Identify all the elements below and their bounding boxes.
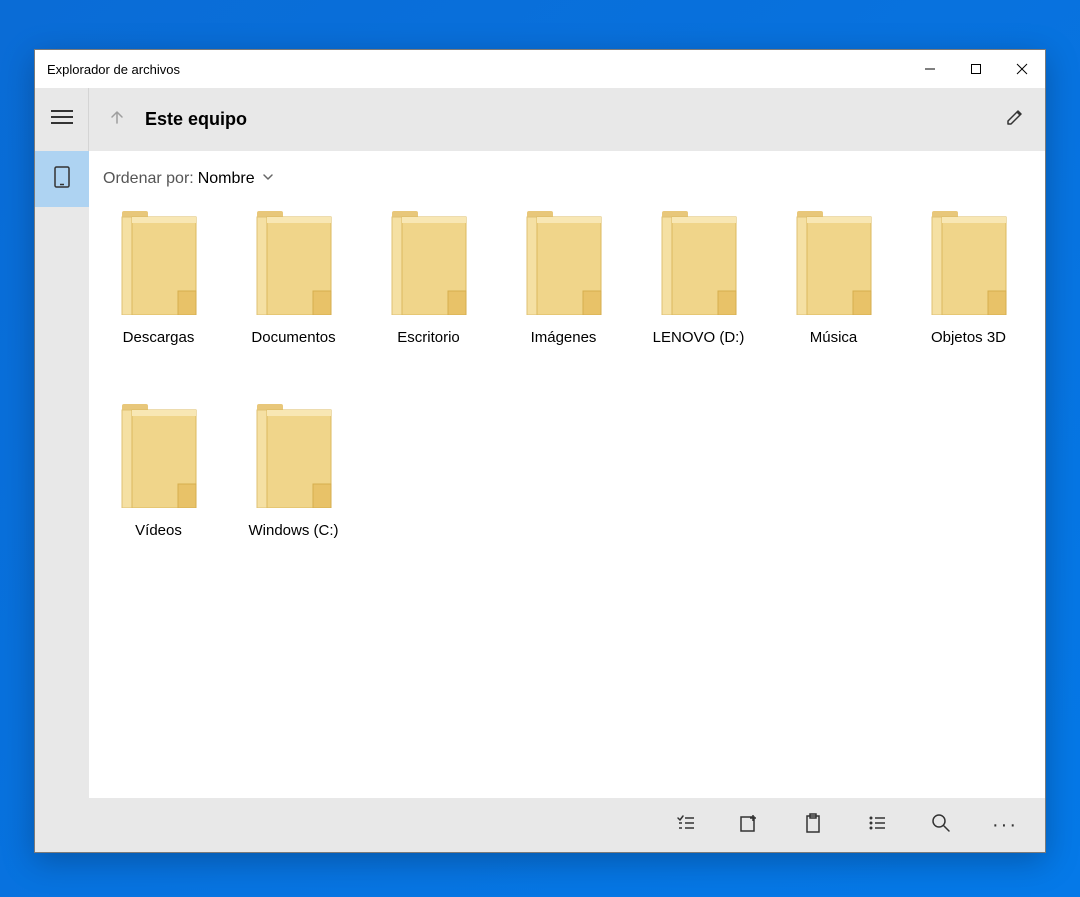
chevron-down-icon	[255, 170, 275, 189]
folder-item[interactable]: Imágenes	[496, 211, 631, 346]
folder-label: LENOVO (D:)	[653, 329, 745, 346]
search-button[interactable]	[909, 798, 973, 852]
items-grid: Descargas Documentos Escritorio Imágenes LEN…	[89, 207, 1045, 798]
folder-label: Música	[810, 329, 858, 346]
new-folder-button[interactable]	[717, 798, 781, 852]
folder-icon	[118, 404, 200, 508]
folder-item[interactable]: LENOVO (D:)	[631, 211, 766, 346]
folder-item[interactable]: Escritorio	[361, 211, 496, 346]
more-icon: ···	[992, 814, 1018, 837]
titlebar: Explorador de archivos	[35, 50, 1045, 88]
more-button[interactable]: ···	[973, 798, 1037, 852]
folder-icon	[253, 404, 335, 508]
folder-icon	[253, 211, 335, 315]
folder-label: Descargas	[123, 329, 195, 346]
list-icon	[866, 812, 888, 839]
hamburger-icon	[51, 109, 73, 130]
bottom-bar: ···	[89, 798, 1045, 852]
arrow-up-icon	[109, 109, 125, 130]
folder-item[interactable]: Descargas	[91, 211, 226, 346]
sort-value: Nombre	[198, 170, 255, 188]
folder-item[interactable]: Windows (C:)	[226, 404, 361, 539]
content: Ordenar por: Nombre Descargas Documentos E…	[89, 151, 1045, 852]
folder-label: Vídeos	[135, 522, 182, 539]
clipboard-icon	[802, 812, 824, 839]
paste-button[interactable]	[781, 798, 845, 852]
window-controls	[907, 50, 1045, 88]
file-explorer-window: Explorador de archivos Este equipo	[34, 49, 1046, 853]
folder-item[interactable]: Documentos	[226, 211, 361, 346]
folder-item[interactable]: Vídeos	[91, 404, 226, 539]
folder-label: Objetos 3D	[931, 329, 1006, 346]
new-folder-icon	[738, 812, 760, 839]
folder-label: Documentos	[251, 329, 335, 346]
up-button[interactable]	[89, 88, 145, 151]
edit-button[interactable]	[985, 88, 1045, 151]
window-title: Explorador de archivos	[47, 62, 180, 77]
minimize-button[interactable]	[907, 50, 953, 88]
location-label[interactable]: Este equipo	[145, 109, 247, 130]
sort-label: Ordenar por:	[103, 170, 194, 188]
close-button[interactable]	[999, 50, 1045, 88]
folder-icon	[793, 211, 875, 315]
sidebar-item-this-pc[interactable]	[35, 151, 89, 207]
folder-icon	[388, 211, 470, 315]
checklist-icon	[674, 812, 696, 839]
tablet-icon	[53, 166, 71, 193]
search-icon	[930, 812, 952, 839]
maximize-button[interactable]	[953, 50, 999, 88]
folder-item[interactable]: Objetos 3D	[901, 211, 1036, 346]
sidebar	[35, 151, 89, 852]
menu-button[interactable]	[35, 88, 89, 151]
pencil-icon	[1005, 107, 1025, 132]
folder-icon	[928, 211, 1010, 315]
body: Ordenar por: Nombre Descargas Documentos E…	[35, 151, 1045, 852]
folder-label: Imágenes	[531, 329, 597, 346]
select-all-button[interactable]	[653, 798, 717, 852]
folder-label: Windows (C:)	[248, 522, 338, 539]
folder-item[interactable]: Música	[766, 211, 901, 346]
view-button[interactable]	[845, 798, 909, 852]
folder-icon	[118, 211, 200, 315]
folder-label: Escritorio	[397, 329, 460, 346]
folder-icon	[658, 211, 740, 315]
toolbar: Este equipo	[35, 88, 1045, 151]
sort-bar[interactable]: Ordenar por: Nombre	[89, 151, 1045, 207]
folder-icon	[523, 211, 605, 315]
